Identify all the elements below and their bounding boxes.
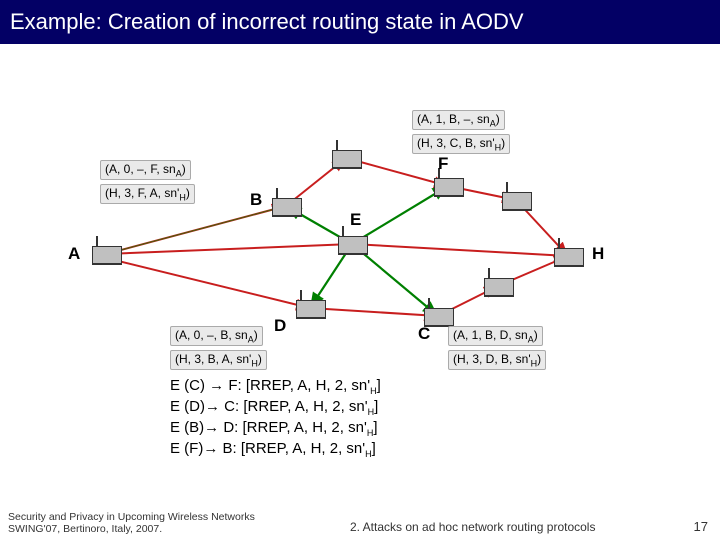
msg-line-1: E (D)→ C: [RREP, A, H, 2, sn'H] (170, 397, 381, 418)
label-C: C (418, 324, 430, 344)
footer-mid: 2. Attacks on ad hoc network routing pro… (350, 520, 595, 534)
slide-title: Example: Creation of incorrect routing s… (10, 9, 524, 35)
node-A (86, 242, 126, 266)
node-B (266, 194, 306, 218)
rt-D-1: (H, 3, B, A, sn'H) (170, 350, 267, 370)
diagram-canvas: A B E F H D C (A, 0, –, F, snA) (H, 3, F… (0, 44, 720, 510)
msg-line-3: E (F)→ B: [RREP, A, H, 2, sn'H] (170, 439, 381, 460)
msg-line-0: E (C) → F: [RREP, A, H, 2, sn'H] (170, 376, 381, 397)
slide: Example: Creation of incorrect routing s… (0, 0, 720, 540)
rt-D-0: (A, 0, –, B, snA) (170, 326, 263, 346)
message-block: E (C) → F: [RREP, A, H, 2, sn'H] E (D)→ … (170, 376, 381, 461)
node-I (478, 274, 518, 298)
label-A: A (68, 244, 80, 264)
rt-A-0: (A, 0, –, F, snA) (100, 160, 191, 180)
label-B: B (250, 190, 262, 210)
rt-C-1: (H, 3, D, B, sn'H) (448, 350, 546, 370)
footer-left-l1: Security and Privacy in Upcoming Wireles… (8, 511, 255, 523)
node-F (428, 174, 468, 198)
label-F: F (438, 154, 448, 174)
footer-left-l2: SWING'07, Bertinoro, Italy, 2007. (8, 523, 162, 535)
node-G (496, 188, 536, 212)
rt-A-1: (H, 3, F, A, sn'H) (100, 184, 195, 204)
node-D (290, 296, 330, 320)
rt-C-0: (A, 1, B, D, snA) (448, 326, 543, 346)
node-H (548, 244, 588, 268)
node-top-unlabeled (326, 146, 366, 170)
label-E: E (350, 210, 361, 230)
label-H: H (592, 244, 604, 264)
label-D: D (274, 316, 286, 336)
msg-line-2: E (B)→ D: [RREP, A, H, 2, sn'H] (170, 418, 381, 439)
page-number: 17 (694, 519, 708, 534)
title-bar: Example: Creation of incorrect routing s… (0, 0, 720, 44)
rt-F-0: (A, 1, B, –, snA) (412, 110, 505, 130)
footer-left: Security and Privacy in Upcoming Wireles… (8, 511, 255, 536)
node-E (332, 232, 372, 256)
rt-F-1: (H, 3, C, B, sn'H) (412, 134, 510, 154)
